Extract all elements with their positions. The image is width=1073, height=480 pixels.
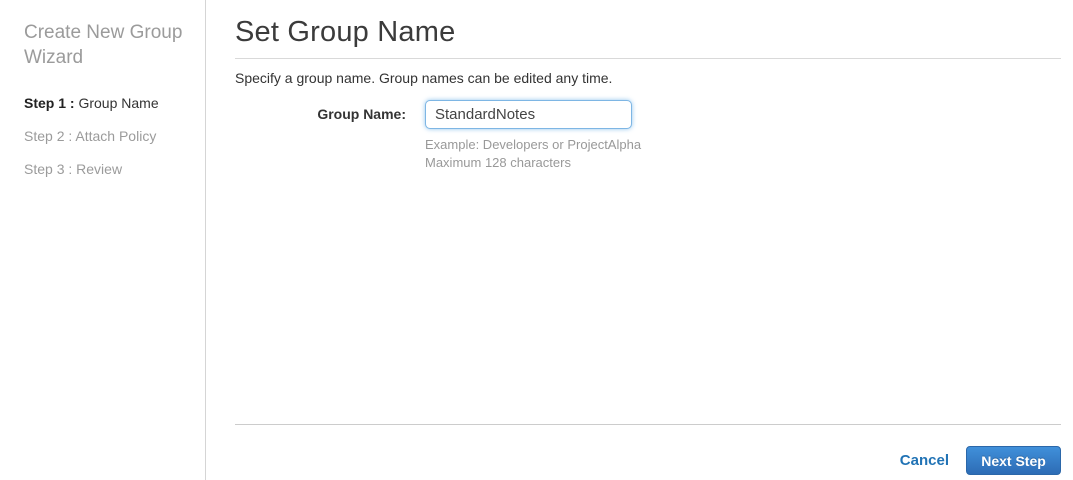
group-name-label: Group Name: xyxy=(317,106,406,122)
cancel-button[interactable]: Cancel xyxy=(900,452,949,469)
footer-actions: Cancel Next Step xyxy=(900,446,1061,475)
group-name-hint-max: Maximum 128 characters xyxy=(425,155,571,170)
step-2-prefix: Step 2 : xyxy=(24,128,73,144)
wizard-title: Create New Group Wizard xyxy=(24,22,183,68)
wizard-step-review: Step 3 : Review xyxy=(24,162,189,176)
wizard-steps: Step 1 : Group Name Step 2 : Attach Poli… xyxy=(24,96,189,176)
wizard-step-group-name: Step 1 : Group Name xyxy=(24,96,189,110)
group-name-field-column: Example: Developers or ProjectAlpha Maxi… xyxy=(425,100,641,172)
title-divider xyxy=(235,58,1061,59)
step-3-label: Review xyxy=(76,161,123,177)
group-name-input[interactable] xyxy=(425,100,632,129)
wizard-sidebar: Create New Group Wizard Step 1 : Group N… xyxy=(0,0,206,480)
next-step-button[interactable]: Next Step xyxy=(966,446,1061,475)
main-panel: Set Group Name Specify a group name. Gro… xyxy=(206,0,1073,480)
page-title: Set Group Name xyxy=(235,16,456,48)
group-name-hint-example: Example: Developers or ProjectAlpha xyxy=(425,137,642,152)
page-description: Specify a group name. Group names can be… xyxy=(235,70,613,86)
step-2-label: Attach Policy xyxy=(75,128,157,144)
step-3-prefix: Step 3 : xyxy=(24,161,73,177)
wizard-step-attach-policy: Step 2 : Attach Policy xyxy=(24,129,189,143)
footer-divider xyxy=(235,424,1061,425)
step-1-prefix: Step 1 : xyxy=(24,95,75,111)
group-name-form-row: Group Name: Example: Developers or Proje… xyxy=(235,100,1061,172)
step-1-label: Group Name xyxy=(78,95,159,111)
